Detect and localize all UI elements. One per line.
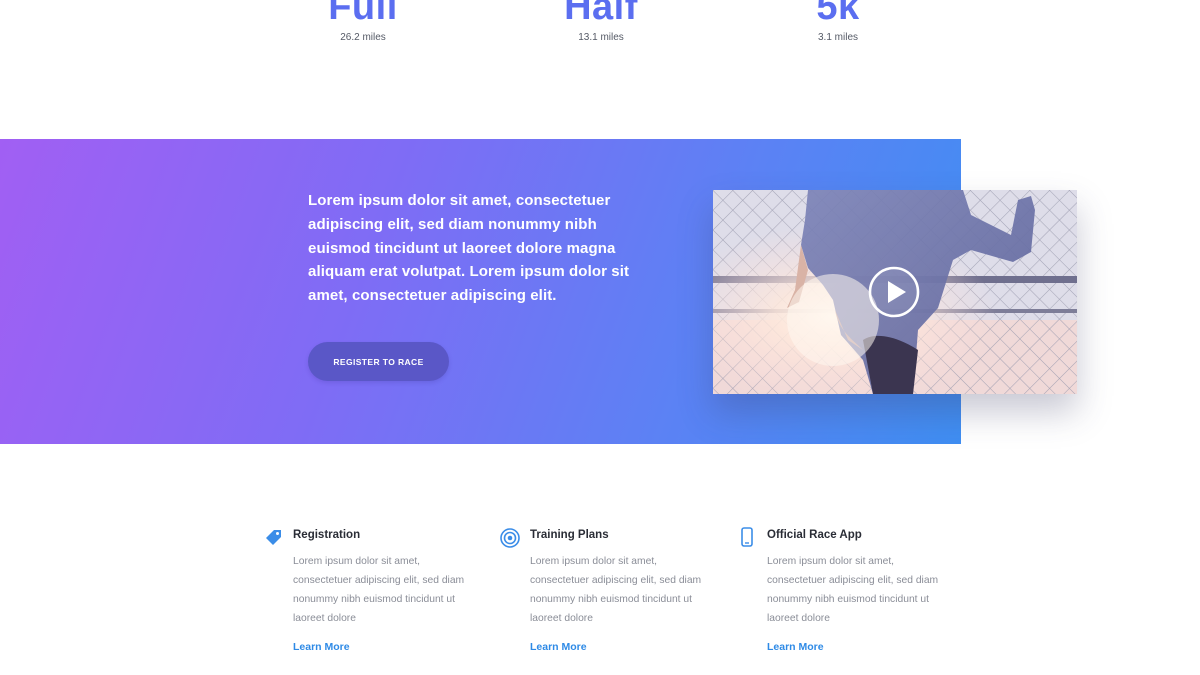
distance-half: Half 13.1 miles <box>501 0 701 43</box>
target-icon <box>500 528 520 548</box>
feature-title: Training Plans <box>530 529 609 541</box>
distance-full: Full 26.2 miles <box>263 0 463 43</box>
play-circle-icon[interactable] <box>868 266 920 318</box>
learn-more-link[interactable]: Learn More <box>293 641 350 653</box>
smartphone-icon <box>741 527 753 547</box>
page: Full 26.2 miles Half 13.1 miles 5k 3.1 m… <box>0 0 1200 675</box>
feature-description: Lorem ipsum dolor sit amet, consectetuer… <box>530 556 702 624</box>
distance-name: 5k <box>816 0 860 28</box>
distance-name: Half <box>564 0 638 28</box>
distance-miles: 13.1 miles <box>578 32 624 43</box>
distance-miles: 26.2 miles <box>340 32 386 43</box>
feature-title: Registration <box>293 529 361 541</box>
feature-description: Lorem ipsum dolor sit amet, consectetuer… <box>293 556 465 624</box>
feature-description: Lorem ipsum dolor sit amet, consectetuer… <box>767 556 939 624</box>
distance-miles: 3.1 miles <box>817 32 858 43</box>
hero-text: Lorem ipsum dolor sit amet, consectetuer… <box>308 192 630 305</box>
register-to-race-button[interactable]: REGISTER TO RACE <box>308 342 449 381</box>
video-thumbnail[interactable] <box>713 190 1077 394</box>
distance-name: Full <box>328 0 398 28</box>
distance-5k: 5k 3.1 miles <box>738 0 938 43</box>
feature-title: Official Race App <box>767 529 862 541</box>
learn-more-link[interactable]: Learn More <box>530 641 587 653</box>
learn-more-link[interactable]: Learn More <box>767 641 824 653</box>
tag-icon <box>266 530 281 545</box>
